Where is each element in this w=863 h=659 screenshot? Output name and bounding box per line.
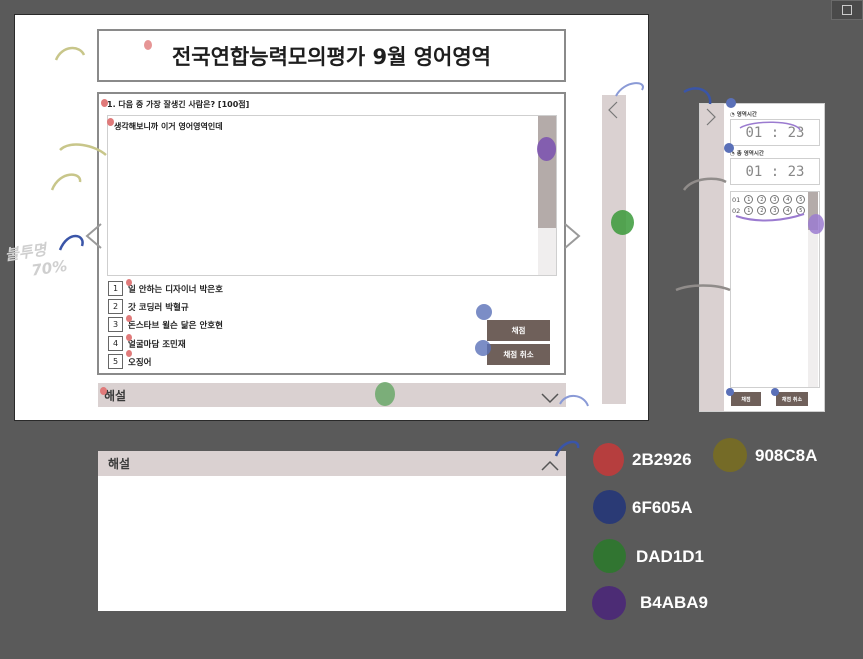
- swatch-dot-1: [593, 443, 624, 476]
- swatch-label-3: 6F605A: [632, 498, 693, 517]
- green-dot: [611, 210, 634, 235]
- blue-dot: [476, 304, 492, 320]
- swatch-label-1: 2B2926: [632, 450, 692, 469]
- purple-dot: [808, 214, 824, 234]
- blue-dot: [724, 143, 734, 153]
- swatch-dot-5: [592, 586, 626, 620]
- blue-dot: [475, 340, 491, 356]
- pink-dot: [126, 350, 132, 357]
- swatch-label-4: DAD1D1: [636, 547, 705, 566]
- swatch-label-5: B4ABA9: [640, 593, 709, 612]
- pink-dot: [126, 315, 132, 322]
- green-dot: [375, 382, 395, 406]
- swatch-dot-4: [593, 539, 626, 573]
- pink-dot: [101, 99, 108, 107]
- pink-dot: [126, 279, 132, 286]
- swatch-dot-2: [713, 438, 747, 472]
- swatch-dot-3: [593, 490, 626, 524]
- purple-dot: [537, 137, 556, 161]
- blue-dot: [771, 388, 779, 396]
- blue-dot: [726, 98, 736, 108]
- swatch-label-2: 908C8A: [755, 446, 818, 465]
- pink-dot: [100, 387, 107, 395]
- blue-dot: [726, 388, 734, 396]
- pink-dot: [126, 334, 132, 341]
- pink-dot: [107, 118, 114, 126]
